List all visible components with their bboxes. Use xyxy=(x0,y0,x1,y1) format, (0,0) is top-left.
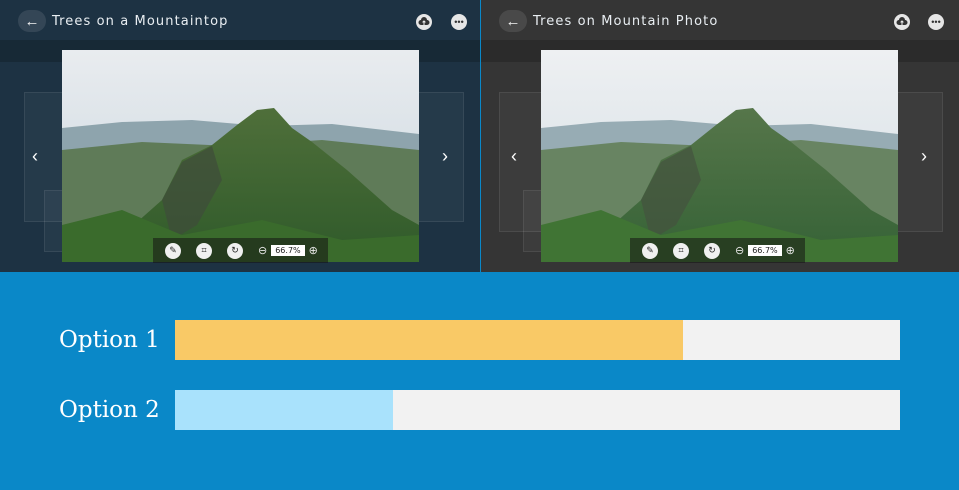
chevron-left-icon: ‹ xyxy=(32,146,38,166)
mountain-photo xyxy=(62,50,419,262)
zoom-level[interactable]: 66.7% xyxy=(271,245,305,256)
cloud-upload-icon xyxy=(896,17,908,25)
cloud-upload-icon xyxy=(418,17,430,25)
next-photo-button[interactable]: › xyxy=(921,146,927,167)
zoom-out-button[interactable]: ⊖ xyxy=(258,244,267,257)
zoom-out-button[interactable]: ⊖ xyxy=(735,244,744,257)
page: ← Trees on a Mountaintop ••• ‹ › ✎ ⌗ ↻ ⊖… xyxy=(0,0,959,490)
previous-photo-button[interactable]: ‹ xyxy=(32,146,38,167)
zoom-level[interactable]: 66.7% xyxy=(748,245,782,256)
rotate-button[interactable]: ↻ xyxy=(704,242,720,259)
zoom-in-icon: ⊕ xyxy=(308,245,318,257)
zoom-out-icon: ⊖ xyxy=(735,245,745,257)
arrow-left-icon: ← xyxy=(24,12,40,30)
rotate-button[interactable]: ↻ xyxy=(227,242,243,259)
back-button[interactable]: ← xyxy=(499,10,527,32)
option-1-label: Option 1 xyxy=(59,327,160,353)
arrow-left-icon: ← xyxy=(505,12,521,30)
option-2-bar xyxy=(175,390,900,430)
left-photo-viewer: ← Trees on a Mountaintop ••• ‹ › ✎ ⌗ ↻ ⊖… xyxy=(0,0,480,272)
back-button[interactable]: ← xyxy=(18,10,46,32)
upload-button[interactable] xyxy=(416,14,432,30)
edit-button[interactable]: ✎ xyxy=(165,242,181,259)
crop-button[interactable]: ⌗ xyxy=(673,242,689,259)
chevron-right-icon: › xyxy=(921,146,927,166)
pencil-icon: ✎ xyxy=(646,245,654,255)
photo-image xyxy=(62,50,419,262)
right-photo-viewer: ← Trees on Mountain Photo ••• ‹ › xyxy=(481,0,959,272)
crop-icon: ⌗ xyxy=(201,245,207,255)
previous-photo-button[interactable]: ‹ xyxy=(511,146,517,167)
zoom-in-icon: ⊕ xyxy=(785,245,795,257)
more-dots-icon: ••• xyxy=(931,17,941,27)
mountain-photo xyxy=(541,50,898,262)
viewer-header: ← Trees on Mountain Photo ••• xyxy=(481,0,959,40)
option-2-fill xyxy=(175,390,393,430)
viewer-header: ← Trees on a Mountaintop ••• xyxy=(0,0,480,40)
option-2-label: Option 2 xyxy=(59,397,160,423)
option-1-bar xyxy=(175,320,900,360)
crop-button[interactable]: ⌗ xyxy=(196,242,212,259)
option-1-fill xyxy=(175,320,683,360)
rotate-icon: ↻ xyxy=(231,245,239,255)
chevron-right-icon: › xyxy=(442,146,448,166)
more-button[interactable]: ••• xyxy=(928,14,944,30)
edit-toolbar: ✎ ⌗ ↻ ⊖ 66.7% ⊕ xyxy=(153,238,328,263)
zoom-in-button[interactable]: ⊕ xyxy=(786,244,795,257)
next-photo-button[interactable]: › xyxy=(442,146,448,167)
crop-icon: ⌗ xyxy=(678,245,684,255)
edit-button[interactable]: ✎ xyxy=(642,242,658,259)
pencil-icon: ✎ xyxy=(169,245,177,255)
rotate-icon: ↻ xyxy=(708,245,716,255)
zoom-out-icon: ⊖ xyxy=(258,245,268,257)
more-button[interactable]: ••• xyxy=(451,14,467,30)
photo-title: Trees on a Mountaintop xyxy=(52,14,229,29)
photo-title: Trees on Mountain Photo xyxy=(533,14,719,29)
chevron-left-icon: ‹ xyxy=(511,146,517,166)
edit-toolbar: ✎ ⌗ ↻ ⊖ 66.7% ⊕ xyxy=(630,238,805,263)
zoom-in-button[interactable]: ⊕ xyxy=(309,244,318,257)
upload-button[interactable] xyxy=(894,14,910,30)
more-dots-icon: ••• xyxy=(454,17,464,27)
photo-image xyxy=(541,50,898,262)
